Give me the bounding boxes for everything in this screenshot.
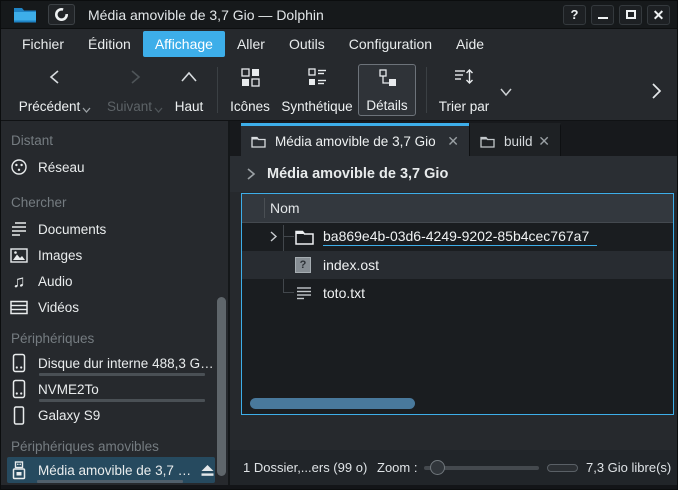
details-view-button[interactable]: Détails <box>358 64 416 116</box>
window-menu-button[interactable] <box>48 4 75 25</box>
chevron-left-icon <box>44 67 66 87</box>
sidebar-item-nvme2to[interactable]: NVME2To <box>9 376 214 402</box>
disk-usage-bar <box>37 480 183 483</box>
back-button[interactable]: Précédent <box>7 64 103 116</box>
tab-build[interactable]: build ✕ <box>469 123 561 156</box>
menu-affichage[interactable]: Affichage <box>143 31 225 57</box>
window-bottom-border <box>1 485 677 490</box>
icons-view-button[interactable]: Icônes <box>223 64 277 116</box>
menu-aide[interactable]: Aide <box>444 31 496 57</box>
folder-icon <box>251 135 266 148</box>
expand-arrow-icon[interactable] <box>268 229 279 244</box>
chevron-up-icon <box>178 67 200 87</box>
menu-fichier[interactable]: Fichier <box>10 31 76 57</box>
tab-close-icon[interactable]: ✕ <box>538 133 550 150</box>
sidebar-item-galaxy-s9[interactable]: Galaxy S9 <box>9 402 214 428</box>
file-row-toto-txt[interactable]: toto.txt <box>242 279 673 307</box>
menu-aller[interactable]: Aller <box>225 31 277 57</box>
unknown-file-icon: ? <box>295 257 311 273</box>
file-row-index-ost[interactable]: ? index.ost <box>242 251 673 279</box>
sidebar-item-disque-dur-interne[interactable]: Disque dur interne 488,3 G… <box>9 350 214 376</box>
minimize-button[interactable] <box>591 5 614 25</box>
sidebar-scrollbar[interactable] <box>217 297 226 476</box>
column-nom[interactable]: Nom <box>270 194 300 222</box>
toolbar-overflow-icon[interactable] <box>649 81 663 101</box>
forward-button[interactable]: Suivant <box>105 64 165 116</box>
menu-outils[interactable]: Outils <box>277 31 337 57</box>
harddisk-icon <box>9 353 29 373</box>
menubar: Fichier Édition Affichage Aller Outils C… <box>1 29 677 59</box>
usb-drive-icon <box>9 461 29 480</box>
horizontal-scrollbar[interactable] <box>250 398 415 409</box>
zoom-slider-handle[interactable] <box>430 460 445 475</box>
compact-view-button[interactable]: Synthétique <box>279 64 355 116</box>
sidebar-item-reseau[interactable]: Réseau <box>9 154 214 180</box>
image-icon <box>9 248 29 263</box>
maximize-button[interactable] <box>619 5 642 25</box>
sort-icon <box>453 67 475 87</box>
up-button[interactable]: Haut <box>166 64 212 116</box>
document-icon <box>9 221 29 237</box>
maximize-icon <box>626 10 636 19</box>
close-icon: ✕ <box>653 8 665 22</box>
dolphin-window: Média amovible de 3,7 Gio — Dolphin ? ✕ … <box>0 0 678 490</box>
sidebar-item-images[interactable]: Images <box>9 242 214 268</box>
folder-view: Nom <box>241 193 674 415</box>
window-title: Média amovible de 3,7 Gio — Dolphin <box>88 7 324 23</box>
sidebar-item-videos[interactable]: Vidéos <box>9 294 214 320</box>
compact-view-icon <box>306 67 328 87</box>
breadcrumb: Média amovible de 3,7 Gio <box>230 156 677 192</box>
main-area: Média amovible de 3,7 Gio ✕ build ✕ Médi… <box>230 121 677 485</box>
titlebar: Média amovible de 3,7 Gio — Dolphin ? ✕ <box>1 1 677 29</box>
audio-icon: ♫ <box>9 273 29 290</box>
minimize-icon <box>598 17 608 19</box>
free-space-label: 7,3 Gio libre(s) <box>586 460 671 475</box>
harddisk-icon <box>9 379 29 399</box>
toolbar-separator <box>426 67 427 113</box>
statusbar: 1 Dossier,...ers (99 o) Zoom : 7,3 Gio l… <box>230 450 677 485</box>
section-chercher: Chercher <box>11 195 67 210</box>
sidebar-item-media-amovible[interactable]: Média amovible de 3,7 … <box>7 457 215 483</box>
caret-down-icon <box>154 105 163 114</box>
menu-configuration[interactable]: Configuration <box>337 31 444 57</box>
folder-icon <box>480 135 495 148</box>
sort-caret-down-icon[interactable] <box>499 87 513 97</box>
toolbar-separator <box>217 67 218 113</box>
zoom-label: Zoom : <box>377 460 417 475</box>
chevron-right-icon <box>124 67 146 87</box>
disc-icon <box>54 7 69 22</box>
places-panel: Distant Réseau Chercher Documents Images <box>1 121 230 485</box>
section-peripheriques-amovibles: Périphériques amovibles <box>11 439 159 454</box>
section-distant: Distant <box>11 133 53 148</box>
sort-by-button[interactable]: Trier par <box>433 64 495 116</box>
column-separator <box>264 198 265 218</box>
video-icon <box>9 300 29 315</box>
phone-icon <box>9 406 29 425</box>
breadcrumb-chevron-icon <box>245 167 256 181</box>
breadcrumb-location[interactable]: Média amovible de 3,7 Gio <box>267 166 448 182</box>
text-file-icon <box>295 285 313 301</box>
icons-view-icon <box>239 67 261 87</box>
dolphin-app-icon <box>13 5 37 24</box>
sidebar-item-documents[interactable]: Documents <box>9 216 214 242</box>
folder-icon <box>295 229 314 245</box>
network-icon <box>9 158 29 176</box>
caret-down-icon <box>82 105 91 114</box>
sidebar-item-audio[interactable]: ♫ Audio <box>9 268 214 294</box>
section-peripheriques: Périphériques <box>11 331 94 346</box>
status-summary: 1 Dossier,...ers (99 o) <box>243 460 367 475</box>
close-button[interactable]: ✕ <box>647 5 670 25</box>
tab-media-amovible[interactable]: Média amovible de 3,7 Gio ✕ <box>241 123 469 156</box>
toolbar: Précédent Suivant Haut Icônes <box>1 59 677 121</box>
tab-close-icon[interactable]: ✕ <box>447 133 459 150</box>
details-view-icon <box>376 68 398 88</box>
column-header[interactable]: Nom <box>242 194 673 223</box>
menu-edition[interactable]: Édition <box>76 31 143 57</box>
eject-icon[interactable] <box>200 464 215 477</box>
tab-bar: Média amovible de 3,7 Gio ✕ build ✕ <box>230 121 677 156</box>
file-row-folder[interactable]: ba869e4b-03d6-4249-9202-85b4cec767a7 <box>242 223 673 251</box>
help-button[interactable]: ? <box>563 5 586 25</box>
capacity-bar <box>547 464 578 472</box>
